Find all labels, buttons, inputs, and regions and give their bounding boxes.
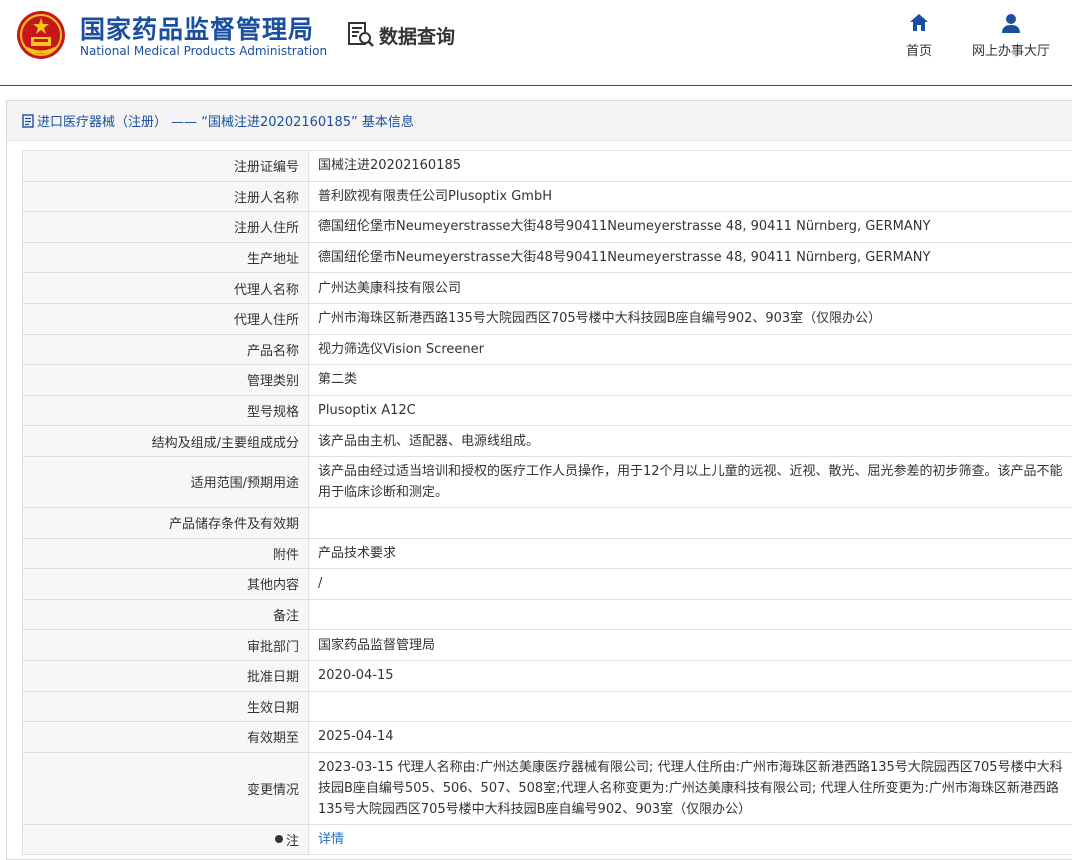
row-value bbox=[308, 598, 1072, 631]
row-label: 产品储存条件及有效期 bbox=[22, 506, 309, 539]
table-row: 生效日期 bbox=[22, 690, 1072, 723]
row-label: 型号规格 bbox=[22, 394, 309, 427]
table-row: 产品名称 视力筛选仪Vision Screener bbox=[22, 333, 1072, 366]
panel-title: 进口医疗器械（注册） —— “国械注进20202160185” 基本信息 bbox=[37, 115, 414, 130]
dot-icon bbox=[274, 835, 283, 844]
row-label: 注册证编号 bbox=[22, 150, 309, 182]
row-label: 批准日期 bbox=[22, 659, 309, 692]
row-value: 普利欧视有限责任公司Plusoptix GmbH bbox=[308, 180, 1072, 213]
table-row: 产品储存条件及有效期 bbox=[22, 506, 1072, 539]
row-label: 生效日期 bbox=[22, 690, 309, 723]
site-title-cn: 国家药品监督管理局 bbox=[80, 15, 315, 44]
row-value: 产品技术要求 bbox=[308, 537, 1072, 570]
table-row: 管理类别 第二类 bbox=[22, 364, 1072, 396]
row-label: 适用范围/预期用途 bbox=[22, 455, 309, 508]
table-row: 注 详情 bbox=[22, 823, 1072, 856]
note-label-text: 注 bbox=[285, 833, 299, 849]
details-link[interactable]: 详情 bbox=[318, 832, 344, 847]
row-value: / bbox=[308, 568, 1072, 600]
row-value: 广州达美康科技有限公司 bbox=[308, 272, 1072, 304]
row-label: 备注 bbox=[22, 598, 309, 631]
row-label: 审批部门 bbox=[22, 629, 309, 661]
table-row: 结构及组成/主要组成成分 该产品由主机、适配器、电源线组成。 bbox=[22, 425, 1072, 457]
table-row: 批准日期 2020-04-15 bbox=[22, 659, 1072, 692]
row-label: 代理人住所 bbox=[22, 302, 309, 335]
row-label: 注册人住所 bbox=[22, 211, 309, 243]
table-row: 注册人名称 普利欧视有限责任公司Plusoptix GmbH bbox=[22, 180, 1072, 213]
user-icon bbox=[1002, 14, 1020, 33]
table-row: 变更情况 2023-03-15 代理人名称由:广州达美康医疗器械有限公司; 代理人… bbox=[22, 751, 1072, 825]
row-label: 代理人名称 bbox=[22, 272, 309, 304]
table-row: 代理人名称 广州达美康科技有限公司 bbox=[22, 272, 1072, 304]
row-label: 产品名称 bbox=[22, 333, 309, 366]
table-row: 注册人住所 德国纽伦堡市Neumeyerstrasse大街48号90411Neum… bbox=[22, 211, 1072, 243]
table-row: 适用范围/预期用途 该产品由经过适当培训和授权的医疗工作人员操作，用于12个月以上… bbox=[22, 455, 1072, 508]
row-label: 结构及组成/主要组成成分 bbox=[22, 425, 309, 457]
row-value: 广州市海珠区新港西路135号大院园西区705号楼中大科技园B座自编号902、90… bbox=[308, 302, 1072, 335]
document-icon bbox=[22, 113, 34, 128]
row-value: 2023-03-15 代理人名称由:广州达美康医疗器械有限公司; 代理人住所由:… bbox=[308, 751, 1072, 825]
table-row: 其他内容 / bbox=[22, 568, 1072, 600]
table-row: 审批部门 国家药品监督管理局 bbox=[22, 629, 1072, 661]
row-value: 德国纽伦堡市Neumeyerstrasse大街48号90411Neumeyers… bbox=[308, 211, 1072, 243]
panel-title-bar: 进口医疗器械（注册） —— “国械注进20202160185” 基本信息 bbox=[7, 101, 1072, 141]
nav-online-hall[interactable]: 网上办事大厅 bbox=[966, 12, 1056, 59]
site-header: 国家药品监督管理局 National Medical Products Admi… bbox=[0, 0, 1072, 86]
nav-home[interactable]: 首页 bbox=[896, 12, 942, 59]
data-query-title: 数据查询 bbox=[379, 25, 456, 48]
row-value: 该产品由主机、适配器、电源线组成。 bbox=[308, 425, 1072, 457]
table-row: 生产地址 德国纽伦堡市Neumeyerstrasse大街48号90411Neume… bbox=[22, 241, 1072, 274]
row-value: 第二类 bbox=[308, 364, 1072, 396]
nav-home-label: 首页 bbox=[905, 44, 932, 59]
table-row: 注册证编号 国械注进20202160185 bbox=[22, 150, 1072, 182]
row-value: Plusoptix A12C bbox=[308, 394, 1072, 427]
row-value: 2025-04-14 bbox=[308, 721, 1072, 753]
row-value: 2020-04-15 bbox=[308, 659, 1072, 692]
document-search-icon bbox=[348, 22, 374, 47]
row-label: 注 bbox=[22, 823, 309, 856]
national-emblem-icon bbox=[17, 11, 65, 59]
site-title-en: National Medical Products Administration bbox=[80, 44, 328, 58]
detail-table: 注册证编号 国械注进20202160185 注册人名称 普利欧视有限责任公司Plus… bbox=[22, 150, 1072, 856]
row-value: 德国纽伦堡市Neumeyerstrasse大街48号90411Neumeyers… bbox=[308, 241, 1072, 274]
row-value: 国械注进20202160185 bbox=[308, 150, 1072, 182]
nav-online-hall-label: 网上办事大厅 bbox=[971, 44, 1050, 59]
table-row: 型号规格 Plusoptix A12C bbox=[22, 394, 1072, 427]
row-label: 管理类别 bbox=[22, 364, 309, 396]
home-icon bbox=[910, 14, 928, 31]
row-label: 有效期至 bbox=[22, 721, 309, 753]
row-value: 国家药品监督管理局 bbox=[308, 629, 1072, 661]
row-label: 变更情况 bbox=[22, 751, 309, 825]
row-value bbox=[308, 690, 1072, 723]
detail-panel: 进口医疗器械（注册） —— “国械注进20202160185” 基本信息 注册证… bbox=[6, 100, 1072, 860]
row-label: 生产地址 bbox=[22, 241, 309, 274]
row-value: 详情 bbox=[308, 823, 1072, 856]
table-row: 有效期至 2025-04-14 bbox=[22, 721, 1072, 753]
table-row: 代理人住所 广州市海珠区新港西路135号大院园西区705号楼中大科技园B座自编号9… bbox=[22, 302, 1072, 335]
table-row: 附件 产品技术要求 bbox=[22, 537, 1072, 570]
data-query-heading: 数据查询 bbox=[347, 20, 455, 50]
row-label: 其他内容 bbox=[22, 568, 309, 600]
row-value: 该产品由经过适当培训和授权的医疗工作人员操作，用于12个月以上儿童的远视、近视、… bbox=[308, 455, 1072, 508]
row-label: 注册人名称 bbox=[22, 180, 309, 213]
row-label: 附件 bbox=[22, 537, 309, 570]
note-label: 注 bbox=[274, 830, 299, 849]
row-value: 视力筛选仪Vision Screener bbox=[308, 333, 1072, 366]
table-row: 备注 bbox=[22, 598, 1072, 631]
row-value bbox=[308, 506, 1072, 539]
